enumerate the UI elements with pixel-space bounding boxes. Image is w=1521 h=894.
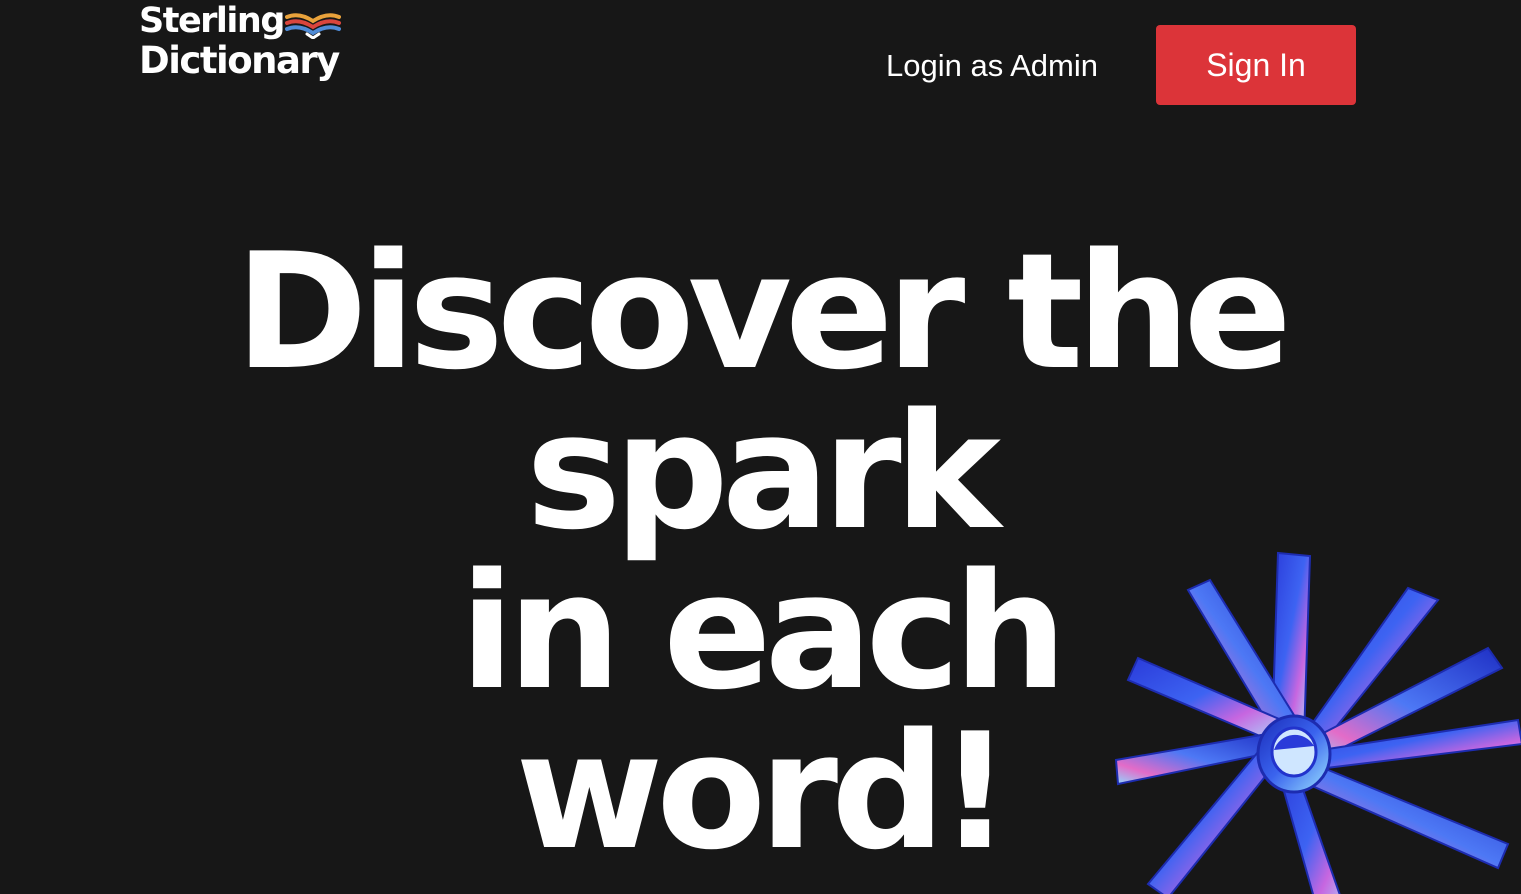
- brand-name-line-2: Dictionary: [139, 39, 340, 82]
- login-as-admin-link[interactable]: Login as Admin: [886, 44, 1098, 88]
- brand-name-line-1: Sterling: [139, 1, 285, 41]
- sign-in-button-label: Sign In: [1206, 46, 1306, 83]
- hero-line-1: Discover the: [235, 218, 1292, 405]
- brand-logo[interactable]: Sterling Dictionary: [139, 4, 349, 86]
- open-book-icon: [285, 13, 341, 39]
- sign-in-button[interactable]: Sign In: [1156, 25, 1356, 105]
- starburst-3d-icon: [1114, 551, 1521, 894]
- hero-line-2: spark: [525, 378, 1001, 565]
- star-rays: [1114, 551, 1521, 894]
